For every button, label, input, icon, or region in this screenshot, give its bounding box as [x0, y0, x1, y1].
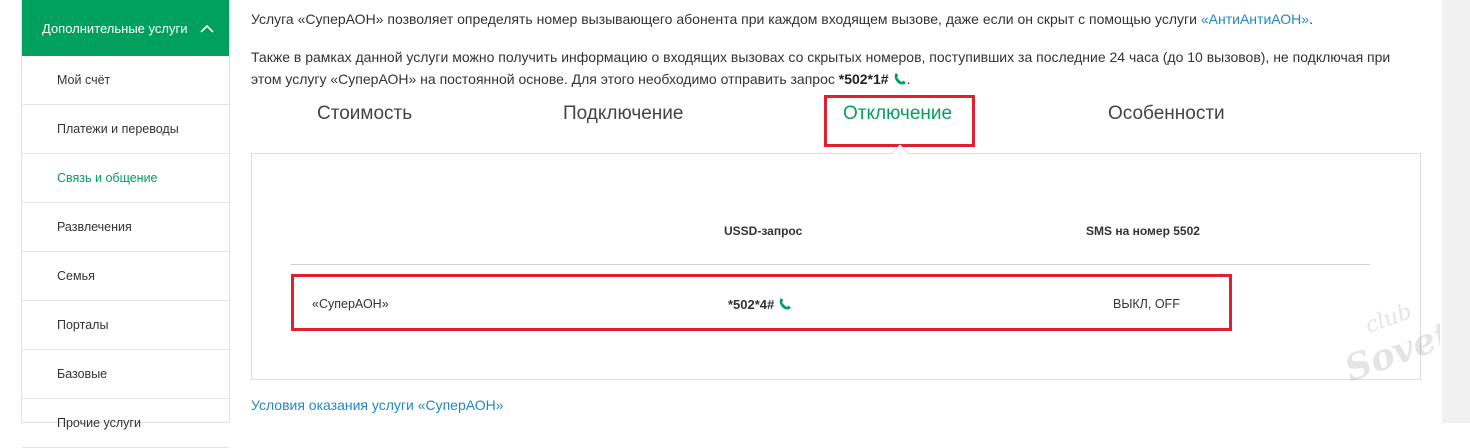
- active-tab-highlight: [824, 95, 975, 147]
- sidebar-header-additional-services[interactable]: Дополнительные услуги: [22, 0, 229, 56]
- intro-text-1: Услуга «СуперАОН» позволяет определять н…: [251, 11, 1201, 27]
- sidebar-item-label: Платежи и переводы: [57, 122, 179, 136]
- table-divider: [291, 264, 1370, 265]
- intro-paragraph-1: Услуга «СуперАОН» позволяет определять н…: [251, 8, 1313, 30]
- sidebar-item-payments[interactable]: Платежи и переводы: [22, 105, 229, 154]
- intro-paragraph-2: Также в рамках данной услуги можно получ…: [251, 46, 1421, 90]
- sidebar-item-other-services[interactable]: Прочие услуги: [22, 399, 229, 448]
- column-header-sms: SMS на номер 5502: [1086, 224, 1200, 238]
- sidebar-item-family[interactable]: Семья: [22, 252, 229, 301]
- anti-anti-aon-link[interactable]: «АнтиАнтиАОН»: [1201, 11, 1309, 27]
- tab-panel: USSD-запрос SMS на номер 5502 «СуперАОН»…: [251, 153, 1421, 380]
- page-scrollbar[interactable]: [1442, 0, 1470, 423]
- intro-text-1-end: .: [1309, 11, 1313, 27]
- phone-icon[interactable]: [893, 70, 907, 85]
- sidebar-item-label: Семья: [57, 269, 95, 283]
- service-terms-link[interactable]: Условия оказания услуги «СуперАОН»: [251, 397, 504, 413]
- sidebar: Дополнительные услуги Мой счёт Платежи и…: [21, 0, 230, 448]
- column-header-ussd: USSD-запрос: [724, 224, 803, 238]
- intro-text-2: Также в рамках данной услуги можно получ…: [251, 49, 1391, 87]
- intro-text-2-end: .: [906, 71, 911, 87]
- tab-features[interactable]: Особенности: [1108, 103, 1225, 125]
- sidebar-item-label: Порталы: [57, 318, 109, 332]
- sidebar-item-label: Прочие услуги: [57, 416, 141, 430]
- ussd-request-code: *502*1#: [838, 71, 889, 87]
- sidebar-item-communication[interactable]: Связь и общение: [22, 154, 229, 203]
- row-highlight: [291, 274, 1232, 331]
- sidebar-item-label: Базовые: [57, 367, 108, 381]
- sidebar-header-label: Дополнительные услуги: [42, 20, 188, 36]
- sidebar-item-label: Связь и общение: [57, 171, 158, 185]
- sidebar-item-my-account[interactable]: Мой счёт: [22, 56, 229, 105]
- watermark-logo: club Sovet: [1330, 294, 1458, 390]
- sidebar-item-portals[interactable]: Порталы: [22, 301, 229, 350]
- sidebar-item-label: Развлечения: [57, 220, 132, 234]
- sidebar-item-entertainment[interactable]: Развлечения: [22, 203, 229, 252]
- sidebar-item-label: Мой счёт: [57, 73, 111, 87]
- tab-connection[interactable]: Подключение: [563, 103, 683, 125]
- chevron-up-icon[interactable]: [199, 20, 215, 36]
- sidebar-item-basic[interactable]: Базовые: [22, 350, 229, 399]
- tab-cost[interactable]: Стоимость: [317, 103, 412, 125]
- main-content: Услуга «СуперАОН» позволяет определять н…: [251, 0, 1431, 423]
